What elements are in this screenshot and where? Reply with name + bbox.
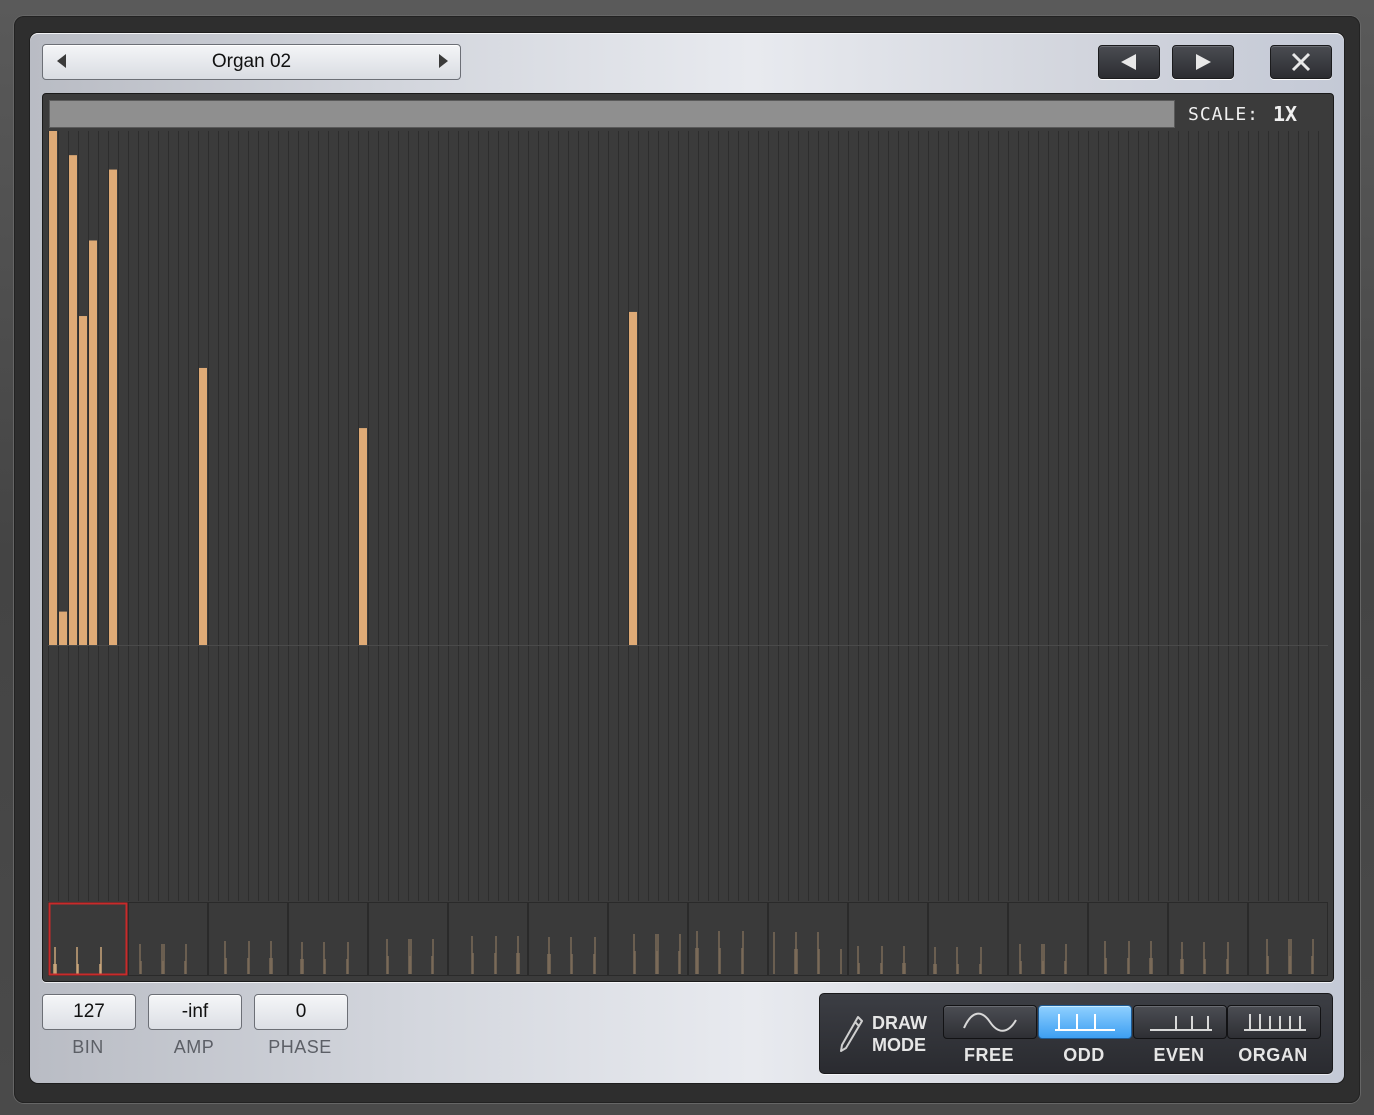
harmonic-bar[interactable] <box>199 367 207 645</box>
odd-harmonics-icon <box>1055 1014 1115 1031</box>
sine-wave-icon <box>963 1012 1017 1032</box>
horizontal-scrollbar[interactable] <box>49 100 1175 128</box>
close-button[interactable] <box>1270 45 1332 79</box>
organ-harmonics-icon <box>1244 1014 1306 1031</box>
preset-next-arrow-icon[interactable] <box>439 54 448 68</box>
triangle-right-icon <box>1196 54 1211 70</box>
harmonic-bar[interactable] <box>629 311 637 645</box>
harmonic-bar[interactable] <box>359 428 367 645</box>
harmonic-bar[interactable] <box>89 240 97 645</box>
mode-odd-label: ODD <box>1063 1045 1105 1065</box>
mode-odd-button[interactable] <box>1038 1005 1132 1039</box>
triangle-left-icon <box>1121 54 1136 70</box>
harmonic-overview-strip[interactable] <box>48 902 1328 976</box>
draw-mode-title: DRAW MODE <box>872 1012 927 1056</box>
preset-prev-arrow-icon[interactable] <box>57 54 66 68</box>
mode-organ-label: ORGAN <box>1238 1045 1308 1065</box>
previous-button[interactable] <box>1098 45 1160 79</box>
mode-free-label: FREE <box>963 1045 1014 1065</box>
mode-free-button[interactable] <box>943 1005 1037 1039</box>
bin-field[interactable]: 127 <box>42 994 136 1030</box>
harmonic-bar[interactable] <box>49 131 57 645</box>
mode-organ-button[interactable] <box>1227 1005 1321 1039</box>
preset-name: Organ 02 <box>211 51 292 72</box>
harmonic-bar[interactable] <box>59 611 67 645</box>
scale-label: SCALE: <box>1188 104 1260 125</box>
even-harmonics-icon <box>1150 1016 1212 1031</box>
harmonic-bar[interactable] <box>109 169 117 646</box>
draw-mode-title-line1: DRAW <box>872 1013 927 1033</box>
mode-even-label: EVEN <box>1153 1045 1205 1065</box>
next-button[interactable] <box>1172 45 1234 79</box>
draw-mode-title-line2: MODE <box>872 1035 926 1055</box>
harmonic-bar[interactable] <box>79 316 87 645</box>
pencil-icon <box>840 1016 863 1052</box>
phase-label: PHASE <box>268 1037 332 1057</box>
mode-even-button[interactable] <box>1133 1005 1227 1039</box>
preset-selector[interactable]: Organ 02 <box>42 44 461 80</box>
close-icon <box>1291 52 1311 72</box>
harmonic-bar[interactable] <box>69 155 77 645</box>
amp-field[interactable]: -inf <box>148 994 242 1030</box>
amp-label: AMP <box>173 1037 215 1057</box>
bin-label: BIN <box>72 1037 104 1057</box>
phase-field[interactable]: 0 <box>254 994 348 1030</box>
harmonic-bars-canvas[interactable] <box>48 131 1328 901</box>
scale-value[interactable]: 1X <box>1273 102 1297 126</box>
